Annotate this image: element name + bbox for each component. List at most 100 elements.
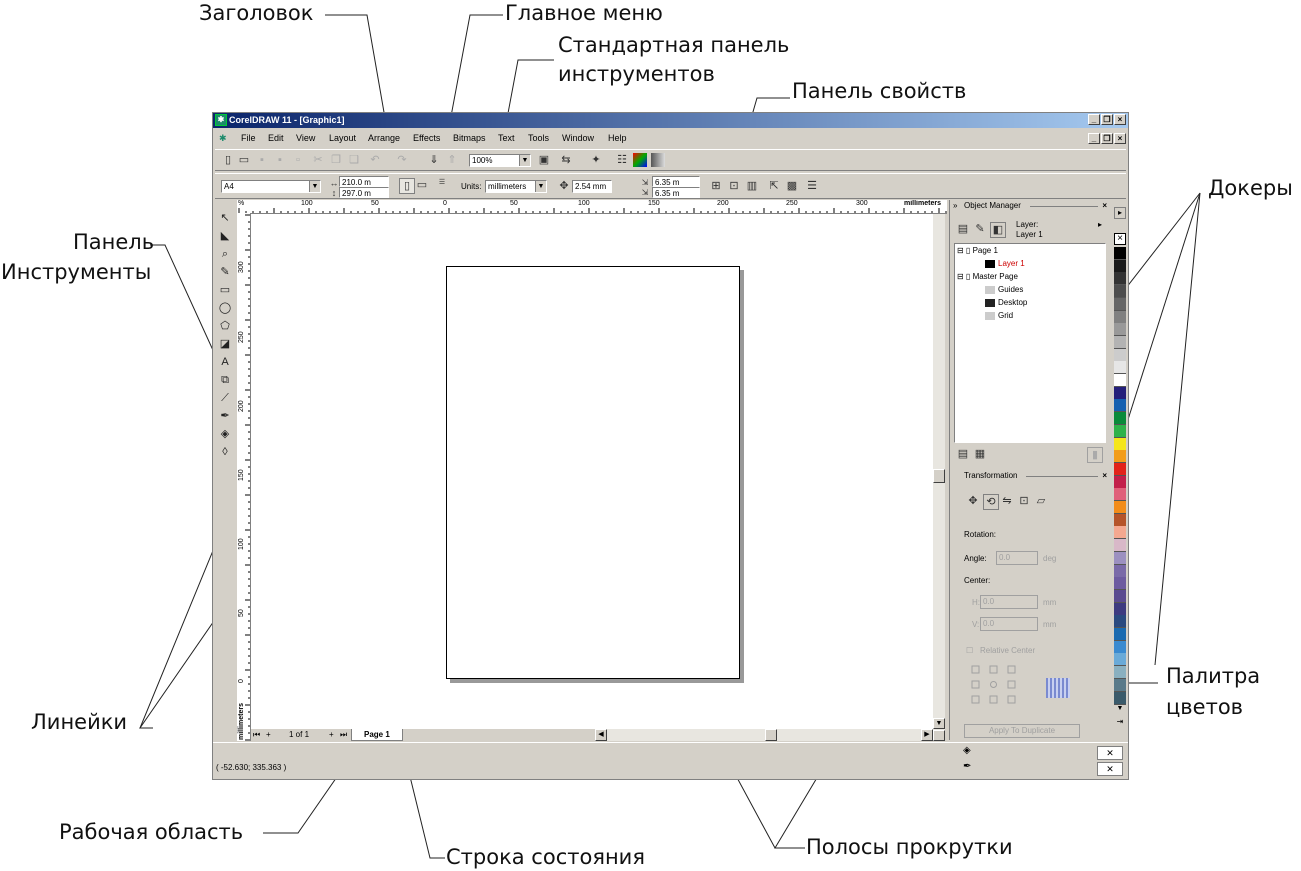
eyedropper-tool-icon[interactable]: ⟋ bbox=[218, 391, 232, 405]
rectangle-tool-icon[interactable]: ▭ bbox=[218, 283, 232, 297]
print-merge-icon[interactable]: ▫ bbox=[291, 153, 305, 167]
color-swatch[interactable] bbox=[1114, 539, 1126, 553]
edit-current-page-icon[interactable]: ⊡ bbox=[727, 179, 741, 193]
edit-across-layers-icon[interactable]: ✎ bbox=[973, 222, 987, 236]
scroll-right-button[interactable]: ▶ bbox=[921, 729, 933, 741]
new-master-layer-icon[interactable]: ▦ bbox=[973, 447, 987, 461]
angle-field[interactable]: 0.0 bbox=[996, 551, 1038, 565]
chevron-down-icon[interactable]: ▼ bbox=[309, 181, 320, 192]
vertical-scrollbar[interactable]: ▼ bbox=[933, 214, 945, 741]
fill-tool-icon[interactable]: ◈ bbox=[218, 427, 232, 441]
menu-layout[interactable]: Layout bbox=[329, 130, 356, 147]
pick-tool-icon[interactable]: ↖ bbox=[218, 211, 232, 225]
interactive-fill-tool-icon[interactable]: ◊ bbox=[218, 445, 232, 459]
drawing-page[interactable] bbox=[446, 266, 740, 679]
last-page-button[interactable]: ⏭ bbox=[340, 729, 347, 741]
ellipse-tool-icon[interactable]: ◯ bbox=[218, 301, 232, 315]
menu-edit[interactable]: Edit bbox=[268, 130, 284, 147]
page-height-field[interactable]: 297.0 m bbox=[339, 187, 389, 198]
apply-icon[interactable] bbox=[1046, 678, 1070, 698]
interactive-blend-tool-icon[interactable]: ⧉ bbox=[218, 373, 232, 387]
anchor-grid[interactable] bbox=[970, 664, 1022, 704]
open-icon[interactable]: ▭ bbox=[237, 153, 251, 167]
scale-mirror-icon[interactable]: ⇋ bbox=[1000, 494, 1014, 508]
horizontal-scroll-thumb[interactable] bbox=[765, 729, 777, 741]
color-swatch[interactable] bbox=[1114, 374, 1126, 387]
scroll-left-button[interactable]: ◀ bbox=[595, 729, 607, 741]
paper-type-select[interactable]: A4 ▼ bbox=[221, 180, 321, 193]
menu-bitmaps[interactable]: Bitmaps bbox=[453, 130, 486, 147]
color-swatch[interactable] bbox=[1114, 348, 1126, 362]
scroll-down-button[interactable]: ▼ bbox=[933, 718, 945, 729]
export-icon[interactable]: ⇑ bbox=[445, 153, 459, 167]
apply-duplicate-button[interactable]: Apply To Duplicate bbox=[964, 724, 1080, 738]
scale-icon[interactable]: ⇱ bbox=[767, 179, 781, 193]
nudge-field[interactable]: 2.54 mm bbox=[572, 180, 612, 193]
docker-close-icon[interactable]: × bbox=[1102, 470, 1107, 482]
import-icon[interactable]: ⇓ bbox=[427, 153, 441, 167]
launcher-icon[interactable]: ⇆ bbox=[559, 153, 573, 167]
doc-restore-button[interactable]: ❐ bbox=[1101, 133, 1113, 144]
minimize-button[interactable]: _ bbox=[1088, 114, 1100, 125]
show-properties-icon[interactable]: ▤ bbox=[956, 222, 970, 236]
color-swatch[interactable] bbox=[1114, 628, 1126, 641]
tree-item-grid[interactable]: Grid bbox=[985, 311, 1013, 320]
landscape-icon[interactable]: ▭ bbox=[415, 178, 429, 192]
document-icon[interactable]: ✱ bbox=[219, 130, 227, 147]
outline-status-icon[interactable]: ✒ bbox=[963, 761, 971, 772]
color-swatch[interactable] bbox=[1114, 501, 1126, 514]
basic-shapes-tool-icon[interactable]: ◪ bbox=[218, 337, 232, 351]
new-layer-icon[interactable]: ▤ bbox=[956, 447, 970, 461]
close-button[interactable]: × bbox=[1114, 114, 1126, 125]
position-icon[interactable]: ✥ bbox=[966, 494, 980, 508]
color-swatch[interactable] bbox=[1114, 577, 1126, 591]
layer-manager-view-icon[interactable]: ◧ bbox=[990, 222, 1006, 238]
color-swatch[interactable] bbox=[1114, 297, 1126, 311]
add-page-after-button[interactable]: + bbox=[329, 729, 334, 741]
doc-close-button[interactable]: × bbox=[1114, 133, 1126, 144]
menu-arrange[interactable]: Arrange bbox=[368, 130, 400, 147]
color-swatch[interactable] bbox=[1114, 678, 1126, 692]
corel-graphics-icon[interactable] bbox=[651, 153, 665, 167]
color-swatch[interactable] bbox=[1114, 323, 1126, 337]
tree-item-desktop[interactable]: Desktop bbox=[985, 298, 1027, 307]
full-screen-icon[interactable]: ▣ bbox=[537, 153, 551, 167]
color-swatch[interactable] bbox=[1114, 653, 1126, 667]
edit-all-pages-icon[interactable]: ⊞ bbox=[709, 179, 723, 193]
restore-button[interactable]: ❐ bbox=[1101, 114, 1113, 125]
color-manager-icon[interactable] bbox=[633, 153, 647, 167]
duplicate-y-field[interactable]: 6.35 m bbox=[652, 187, 700, 198]
color-swatch[interactable] bbox=[1114, 564, 1126, 578]
menu-effects[interactable]: Effects bbox=[413, 130, 440, 147]
color-swatch[interactable] bbox=[1114, 412, 1126, 426]
paste-icon[interactable]: ❑ bbox=[347, 153, 361, 167]
outline-tool-icon[interactable]: ✒ bbox=[218, 409, 232, 423]
drawing-window[interactable] bbox=[251, 214, 935, 729]
treat-as-filled-icon[interactable]: ▩ bbox=[785, 179, 799, 193]
delete-layer-icon[interactable]: ▮ bbox=[1087, 447, 1103, 463]
menu-help[interactable]: Help bbox=[608, 130, 627, 147]
color-swatch[interactable] bbox=[1114, 602, 1126, 616]
tree-item-page1[interactable]: ⊟ ▯ Page 1 bbox=[957, 246, 998, 255]
menu-tools[interactable]: Tools bbox=[528, 130, 549, 147]
zoom-tool-icon[interactable]: ⌕ bbox=[218, 247, 232, 261]
color-swatch[interactable] bbox=[1114, 437, 1126, 451]
freehand-tool-icon[interactable]: ✎ bbox=[218, 265, 232, 279]
expand-icon[interactable]: » bbox=[953, 200, 957, 212]
color-swatch[interactable] bbox=[1114, 386, 1126, 400]
chevron-down-icon[interactable]: ▼ bbox=[519, 155, 530, 166]
zoom-select[interactable]: 100% ▼ bbox=[469, 154, 531, 167]
color-swatch[interactable] bbox=[1114, 589, 1126, 603]
chevron-down-icon[interactable]: ▼ bbox=[535, 181, 546, 192]
color-swatch[interactable] bbox=[1114, 399, 1126, 413]
options-icon[interactable]: ☷ bbox=[615, 153, 629, 167]
color-swatch[interactable] bbox=[1114, 691, 1126, 705]
color-swatch[interactable] bbox=[1114, 361, 1126, 375]
color-swatch[interactable] bbox=[1114, 450, 1126, 464]
color-swatch[interactable] bbox=[1114, 310, 1126, 324]
vertical-scroll-thumb[interactable] bbox=[933, 469, 945, 483]
copy-icon[interactable]: ❐ bbox=[329, 153, 343, 167]
fill-none-swatch[interactable]: ✕ bbox=[1097, 746, 1123, 760]
color-swatch[interactable] bbox=[1114, 285, 1126, 299]
no-color-swatch[interactable]: × bbox=[1114, 233, 1126, 245]
